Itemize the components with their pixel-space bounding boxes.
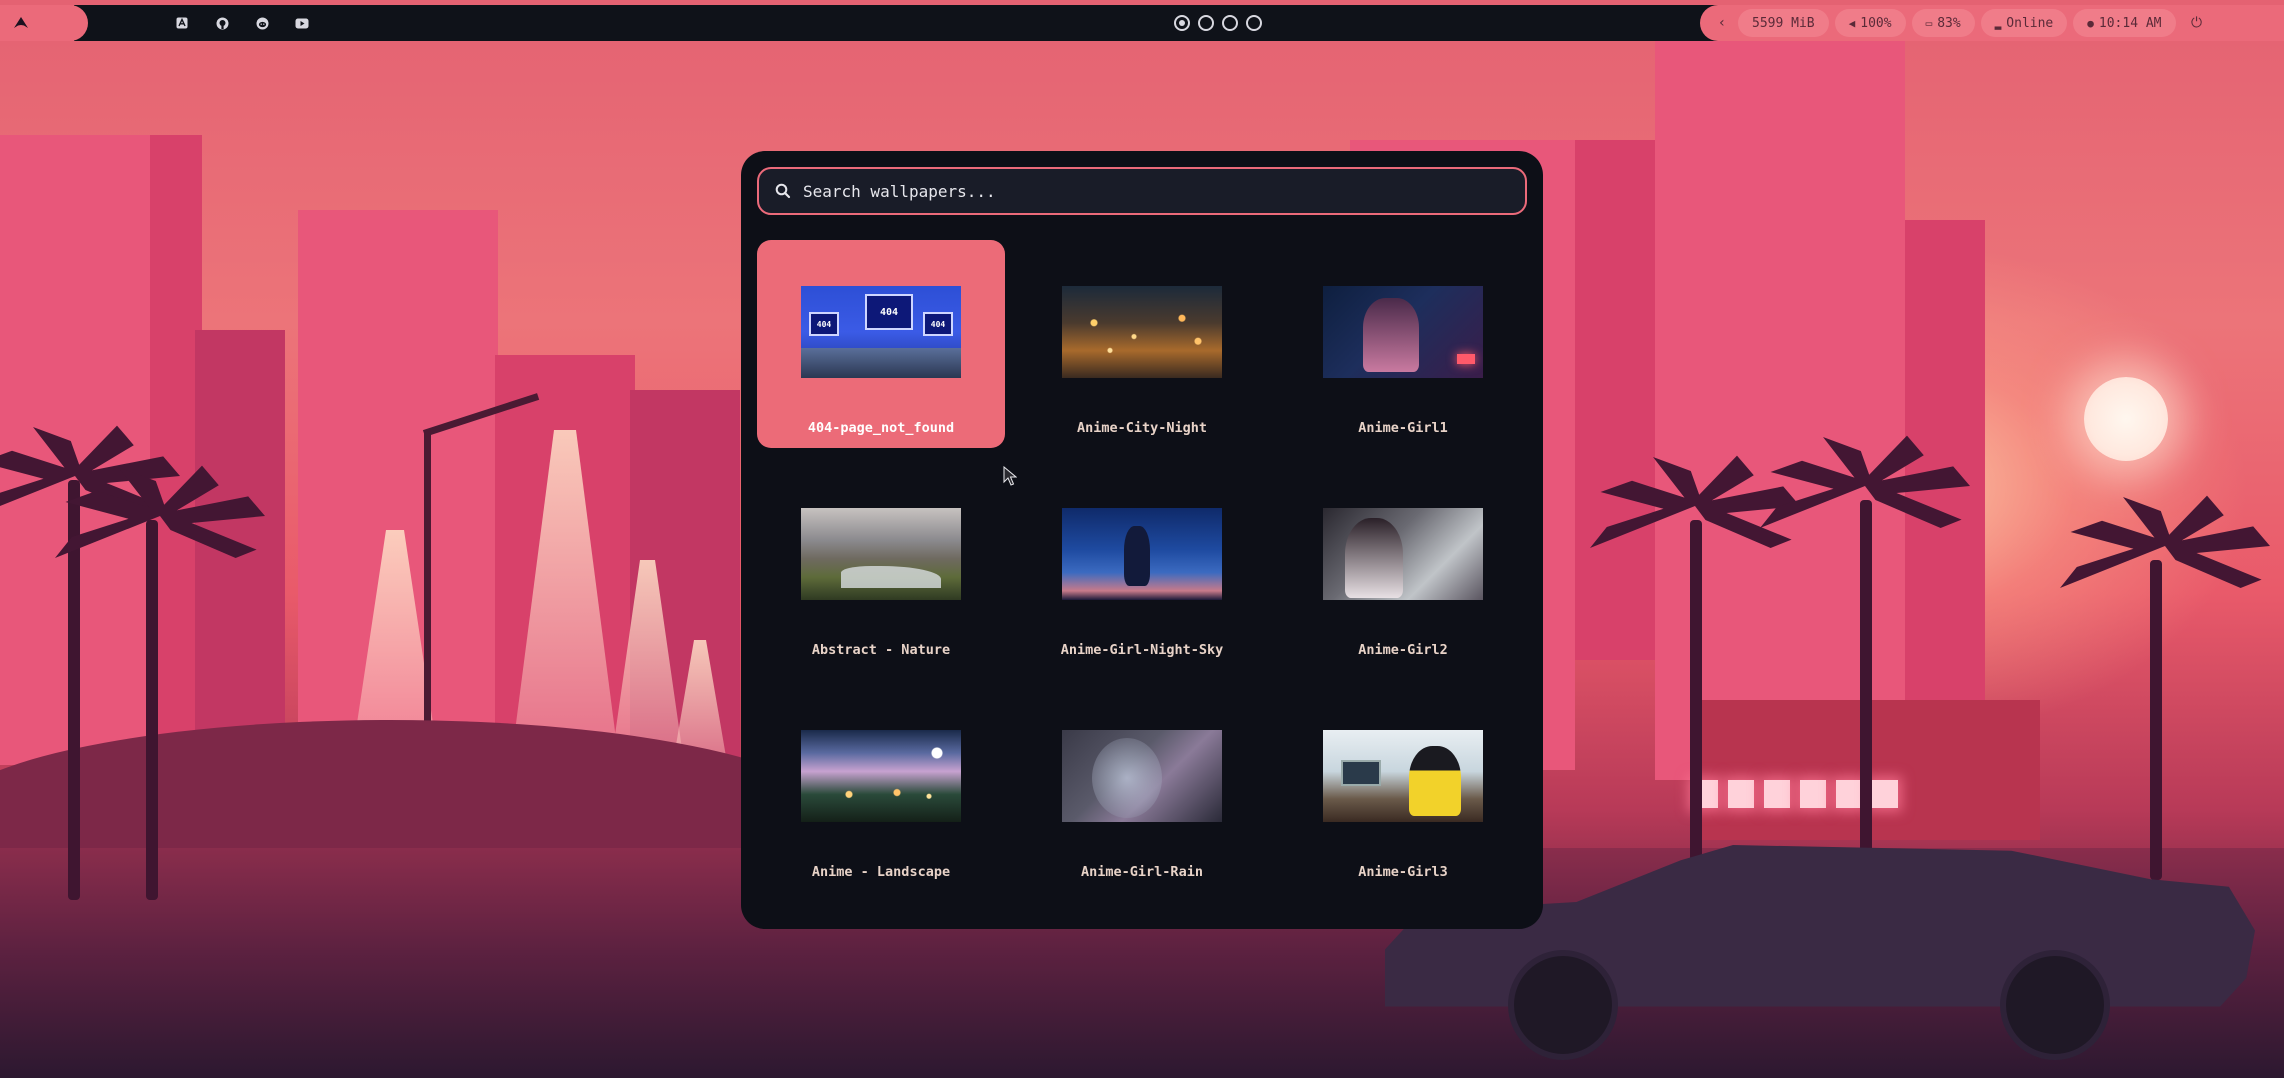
workspace-3[interactable] [1222, 15, 1238, 31]
youtube-icon[interactable] [294, 15, 310, 31]
clock-widget[interactable]: ● 10:14 AM [2073, 9, 2176, 37]
wallpaper-tile-anime-girl-rain[interactable]: Anime-Girl-Rain [1018, 684, 1266, 892]
wallpaper-tile-anime-girl-night-sky[interactable]: Anime-Girl-Night-Sky [1018, 462, 1266, 670]
palm-tree [1690, 520, 1702, 870]
left-pill [0, 5, 88, 41]
wallpaper-tile-anime-city-night[interactable]: Anime-City-Night [1018, 240, 1266, 448]
building [1575, 140, 1655, 660]
github-icon[interactable] [214, 15, 230, 31]
wallpaper-label: Anime - Landscape [811, 864, 951, 880]
workspace-1[interactable] [1174, 15, 1190, 31]
wallpaper-thumbnail [1323, 730, 1483, 822]
tray-collapse-arrow-icon[interactable]: ‹ [1712, 15, 1732, 31]
battery-value: 83% [1937, 15, 1961, 31]
wallpaper-label: Abstract - Nature [811, 642, 951, 658]
mouse-cursor-icon [1003, 466, 1017, 486]
volume-value: 100% [1860, 15, 1892, 31]
wallpaper-thumbnail [1323, 286, 1483, 378]
thumb-text: 404 [923, 312, 953, 336]
building [1905, 220, 1985, 780]
search-icon [775, 183, 791, 199]
wallpaper-tile-anime-girl1[interactable]: Anime-Girl1 [1279, 240, 1527, 448]
palm-tree [1860, 500, 1872, 870]
bar-center [74, 5, 1724, 41]
wallpaper-thumbnail [801, 730, 961, 822]
wallpaper-label: Anime-City-Night [1076, 420, 1208, 436]
signal-icon: ▂ [1994, 16, 2002, 30]
network-status: Online [2006, 15, 2054, 31]
wallpaper-tile-abstract-nature[interactable]: Abstract - Nature [757, 462, 1005, 670]
network-widget[interactable]: ▂ Online [1980, 9, 2068, 37]
wallpaper-tile-404-page-not-found[interactable]: 404 404 404 404-page_not_found [757, 240, 1005, 448]
power-icon[interactable]: ⏻ [2182, 15, 2212, 31]
app-launchers [174, 5, 310, 41]
battery-widget[interactable]: ▭ 83% [1911, 9, 1975, 37]
clock-icon: ● [2087, 16, 2094, 30]
wallpaper-label: 404-page_not_found [807, 420, 955, 436]
thumb-text: 404 [865, 294, 913, 330]
wallpaper-label: Anime-Girl1 [1358, 420, 1448, 436]
clock-time: 10:14 AM [2098, 15, 2162, 31]
appstore-icon[interactable] [174, 15, 190, 31]
arch-logo-icon[interactable] [12, 16, 30, 28]
wallpaper-tile-anime-girl2[interactable]: Anime-Girl2 [1279, 462, 1527, 670]
wallpaper-thumbnail [1062, 286, 1222, 378]
battery-icon: ▭ [1925, 16, 1933, 30]
wallpaper-thumbnail [801, 508, 961, 600]
wallpaper-label: Anime-Girl-Night-Sky [1060, 642, 1224, 658]
palm-tree [2150, 560, 2162, 880]
search-box[interactable] [757, 167, 1527, 215]
wallpaper-label: Anime-Girl2 [1358, 642, 1448, 658]
workspace-indicator [1174, 15, 1262, 31]
volume-widget[interactable]: ◀ 100% [1834, 9, 1906, 37]
memory-usage[interactable]: 5599 MiB [1738, 9, 1829, 37]
car-wheel [2000, 950, 2110, 1060]
wallpaper-thumbnail [1062, 730, 1222, 822]
search-input[interactable] [803, 181, 1525, 201]
wallpaper-picker: 404 404 404 404-page_not_found Anime-Cit… [741, 151, 1543, 929]
wallpaper-tile-anime-girl3[interactable]: Anime-Girl3 [1279, 684, 1527, 892]
thumb-text: 404 [809, 312, 839, 336]
wallpaper-thumbnail: 404 404 404 [801, 286, 961, 378]
wallpaper-tile-anime-landscape[interactable]: Anime - Landscape [757, 684, 1005, 892]
top-bar: ‹ 5599 MiB ◀ 100% ▭ 83% ▂ Online ● 10:14… [0, 5, 2284, 41]
palm-tree [146, 520, 158, 900]
system-tray: ‹ 5599 MiB ◀ 100% ▭ 83% ▂ Online ● 10:14… [1700, 5, 2284, 41]
wallpaper-grid: 404 404 404 404-page_not_found Anime-Cit… [757, 240, 1527, 892]
wallpaper-thumbnail [1323, 508, 1483, 600]
workspace-2[interactable] [1198, 15, 1214, 31]
reddit-icon[interactable] [254, 15, 270, 31]
wallpaper-thumbnail [1062, 508, 1222, 600]
wallpaper-label: Anime-Girl-Rain [1081, 864, 1203, 880]
workspace-4[interactable] [1246, 15, 1262, 31]
sun [2084, 377, 2168, 461]
wallpaper-label: Anime-Girl3 [1358, 864, 1448, 880]
speaker-icon: ◀ [1848, 16, 1856, 30]
memory-value: 5599 MiB [1752, 15, 1815, 31]
car-wheel [1508, 950, 1618, 1060]
